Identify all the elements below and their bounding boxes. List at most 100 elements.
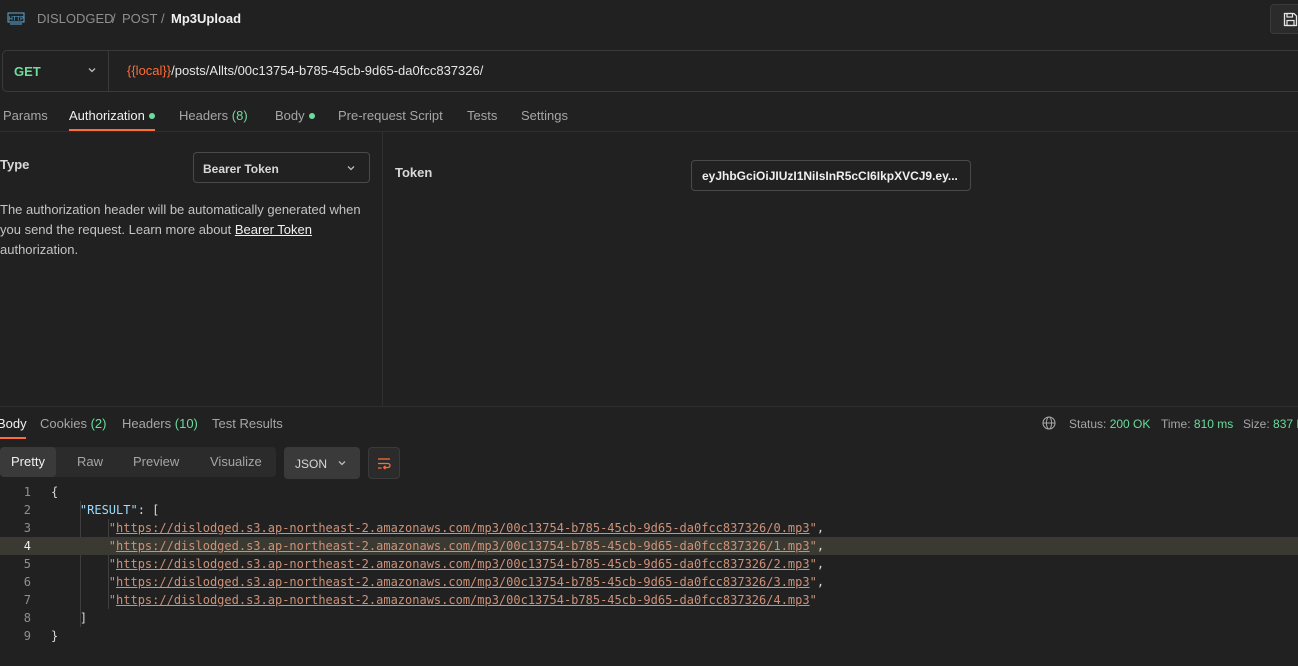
code-line: 8 ] [0,609,1298,627]
view-preview[interactable]: Preview [122,447,190,477]
auth-type-value: Bearer Token [203,162,279,176]
response-tab-headers[interactable]: Headers (10) [122,416,198,431]
time-info[interactable]: Time: 810 ms [1161,417,1233,431]
url-link[interactable]: https://dislodged.s3.ap-northeast-2.amaz… [116,557,810,571]
globe-icon[interactable] [1042,416,1056,430]
line-content: } [51,629,59,643]
response-tab-body[interactable]: Body [0,416,27,431]
breadcrumb-workspace[interactable]: DISLODGED [37,11,114,26]
response-tab-headers-count: (10) [174,416,198,431]
method-label: GET [14,64,41,79]
time-label: Time: [1161,417,1191,431]
line-number: 2 [23,503,31,517]
url-input[interactable]: {{local}}/posts/Allts/00c13754-b785-45cb… [127,63,483,78]
tab-headers[interactable]: Headers (8) [179,108,248,123]
save-button[interactable] [1270,4,1298,34]
view-visualize[interactable]: Visualize [199,447,273,477]
token-input[interactable] [691,160,971,191]
line-number: 6 [23,575,31,589]
url-link[interactable]: https://dislodged.s3.ap-northeast-2.amaz… [116,521,810,535]
status-value: 200 OK [1109,417,1151,431]
line-number: 8 [23,611,31,625]
code-line: 9} [0,627,1298,645]
tab-headers-count: (8) [231,108,248,123]
chevron-down-icon [88,68,96,73]
status-info[interactable]: Status: 200 OK [1069,417,1150,431]
auth-type-label: Type [0,157,30,172]
tab-settings[interactable]: Settings [521,108,568,123]
wrap-lines-button[interactable] [368,447,400,479]
view-pretty[interactable]: Pretty [0,447,56,477]
code-line: 5 "https://dislodged.s3.ap-northeast-2.a… [0,555,1298,573]
url-bar: GET {{local}}/posts/Allts/00c13754-b785-… [2,50,1298,92]
line-content: "https://dislodged.s3.ap-northeast-2.ama… [108,575,825,589]
code-line: 3 "https://dislodged.s3.ap-northeast-2.a… [0,519,1298,537]
line-content: "RESULT": [ [79,503,160,517]
line-number: 4 [23,539,31,553]
line-number: 1 [23,485,31,499]
url-link[interactable]: https://dislodged.s3.ap-northeast-2.amaz… [116,593,810,607]
divider [0,406,1298,407]
url-link[interactable]: https://dislodged.s3.ap-northeast-2.amaz… [116,539,810,553]
code-line: 7 "https://dislodged.s3.ap-northeast-2.a… [0,591,1298,609]
response-tab-headers-label: Headers [122,416,172,431]
format-value: JSON [295,457,328,471]
code-line: 6 "https://dislodged.s3.ap-northeast-2.a… [0,573,1298,591]
chevron-down-icon [338,461,346,466]
chevron-down-icon [347,166,355,171]
url-link[interactable]: https://dislodged.s3.ap-northeast-2.amaz… [116,575,810,589]
time-value: 810 ms [1193,417,1234,431]
size-info[interactable]: Size: 837 B [1243,417,1298,431]
tab-body-label: Body [275,108,305,123]
breadcrumb-separator: / [112,11,116,26]
tab-tests[interactable]: Tests [467,108,497,123]
response-body-editor[interactable]: 1{ 2 "RESULT": [ 3 "https://dislodged.s3… [0,483,1298,645]
response-tab-cookies-count: (2) [90,416,107,431]
line-number: 7 [23,593,31,607]
code-line: 1{ [0,483,1298,501]
line-number: 3 [23,521,31,535]
status-dot [308,112,315,119]
auth-type-select[interactable]: Bearer Token [193,152,370,183]
breadcrumb-separator: / [161,11,165,26]
size-label: Size: [1243,417,1270,431]
response-tab-test-results[interactable]: Test Results [212,416,283,431]
svg-text:HTTP: HTTP [8,16,24,23]
line-content: "https://dislodged.s3.ap-northeast-2.ama… [108,521,825,535]
tab-body[interactable]: Body [275,108,315,123]
token-label: Token [395,165,433,180]
active-tab-indicator [0,437,26,439]
response-tab-cookies[interactable]: Cookies (2) [40,416,106,431]
save-icon [1283,12,1298,27]
size-value: 837 B [1273,417,1298,431]
line-content: "https://dislodged.s3.ap-northeast-2.ama… [108,593,817,607]
tab-pre-request-script[interactable]: Pre-request Script [338,108,443,123]
line-content: ] [51,611,88,625]
panel-divider [382,132,383,406]
code-line: 2 "RESULT": [ [0,501,1298,519]
breadcrumb-request[interactable]: Mp3Upload [171,11,241,26]
tab-authorization-label: Authorization [69,108,145,123]
auth-description-text-end: authorization. [0,242,79,257]
url-variable: {{local}} [127,63,172,78]
line-content: "https://dislodged.s3.ap-northeast-2.ama… [108,539,825,553]
wrap-icon [378,458,391,470]
tab-params[interactable]: Params [3,108,48,123]
status-label: Status: [1069,417,1107,431]
view-raw[interactable]: Raw [66,447,114,477]
http-icon: HTTP [7,12,25,25]
format-select[interactable]: JSON [284,447,360,479]
auth-description: The authorization header will be automat… [0,200,370,260]
tab-authorization[interactable]: Authorization [69,108,155,123]
line-content: "https://dislodged.s3.ap-northeast-2.ama… [108,557,825,571]
response-tab-cookies-label: Cookies [40,416,87,431]
status-dot [148,112,155,119]
bearer-token-link[interactable]: Bearer Token [235,222,312,237]
json-key: "RESULT" [79,503,138,517]
breadcrumb-folder[interactable]: POST [122,11,157,26]
divider [0,131,1298,132]
line-number: 5 [23,557,31,571]
view-mode-group: Pretty Raw Preview Visualize [0,447,276,477]
method-select[interactable]: GET [3,51,109,91]
url-path: /posts/Allts/00c13754-b785-45cb-9d65-da0… [171,63,484,78]
